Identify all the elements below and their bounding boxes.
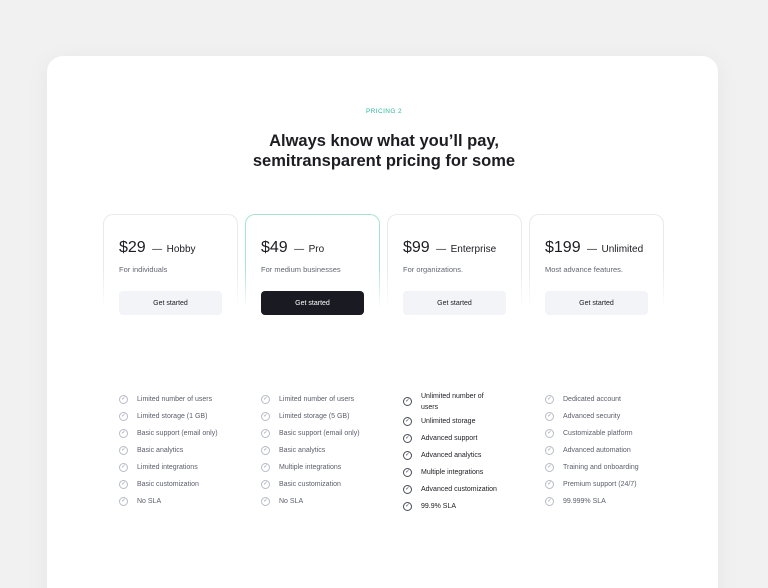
check-circle-icon: ✓ [545, 412, 554, 421]
feature-item: ✓ Advanced security [545, 408, 639, 425]
feature-item: ✓ 99.9% SLA [403, 498, 501, 515]
check-circle-icon: ✓ [261, 446, 270, 455]
plan-description: Most advance features. [545, 265, 623, 274]
check-circle-icon: ✓ [403, 451, 412, 460]
feature-item: ✓ Limited integrations [119, 459, 218, 476]
feature-item: ✓ Advanced customization [403, 481, 501, 498]
feature-item: ✓ Basic support (email only) [119, 425, 218, 442]
check-circle-icon: ✓ [261, 497, 270, 506]
check-circle-icon: ✓ [545, 429, 554, 438]
feature-list-enterprise: ✓ Unlimited number of users ✓ Unlimited st… [403, 390, 501, 515]
feature-item: ✓ Limited storage (1 GB) [119, 408, 218, 425]
feature-item: ✓ Limited number of users [119, 391, 218, 408]
feature-item: ✓ Unlimited number of users [403, 390, 501, 413]
plan-description: For individuals [119, 265, 168, 274]
feature-item: ✓ Multiple integrations [261, 459, 360, 476]
check-circle-icon: ✓ [119, 429, 128, 438]
check-circle-icon: ✓ [261, 395, 270, 404]
plan-price: $99 [403, 239, 430, 256]
section-eyebrow: PRICING 2 [365, 108, 403, 115]
plan-price-line: $49 — Pro [261, 239, 324, 257]
headline-line-2: semitransparent pricing for some [252, 152, 516, 170]
get-started-button-enterprise[interactable]: Get started [403, 291, 506, 315]
plan-card-enterprise: $99 — Enterprise For organizations. Get … [387, 214, 522, 315]
check-circle-icon: ✓ [261, 463, 270, 472]
check-circle-icon: ✓ [545, 497, 554, 506]
plan-price-line: $99 — Enterprise [403, 239, 496, 257]
section-headline: Always know what you’ll pay, semitranspa… [0, 131, 768, 171]
plan-price: $29 [119, 239, 146, 256]
plan-name: Pro [308, 244, 325, 255]
feature-item: ✓ Customizable platform [545, 425, 639, 442]
check-circle-icon: ✓ [119, 480, 128, 489]
check-circle-icon: ✓ [403, 468, 412, 477]
feature-item: ✓ 99.999% SLA [545, 493, 639, 510]
feature-item: ✓ Premium support (24/7) [545, 476, 639, 493]
plan-card-unlimited: $199 — Unlimited Most advance features. … [529, 214, 664, 315]
feature-list-hobby: ✓ Limited number of users ✓ Limited storag… [119, 391, 218, 510]
plan-description: For medium businesses [261, 265, 341, 274]
feature-item: ✓ Advanced automation [545, 442, 639, 459]
plan-price-line: $199 — Unlimited [545, 239, 643, 257]
check-circle-icon: ✓ [403, 485, 412, 494]
check-circle-icon: ✓ [545, 446, 554, 455]
price-separator: — [294, 244, 305, 255]
plan-card-pro: $49 — Pro For medium businesses Get star… [245, 214, 380, 315]
feature-item: ✓ Training and onboarding [545, 459, 639, 476]
get-started-button-hobby[interactable]: Get started [119, 291, 222, 315]
feature-item: ✓ Basic analytics [261, 442, 360, 459]
feature-item: ✓ No SLA [261, 493, 360, 510]
headline-line-1: Always know what you’ll pay, [269, 132, 499, 150]
price-separator: — [587, 244, 598, 255]
check-circle-icon: ✓ [261, 412, 270, 421]
feature-item: ✓ Basic customization [119, 476, 218, 493]
check-circle-icon: ✓ [403, 502, 412, 511]
feature-list-pro: ✓ Limited number of users ✓ Limited storag… [261, 391, 360, 510]
feature-item: ✓ Basic support (email only) [261, 425, 360, 442]
plan-name: Hobby [166, 244, 196, 255]
check-circle-icon: ✓ [545, 463, 554, 472]
plan-price-line: $29 — Hobby [119, 239, 196, 257]
feature-item: ✓ Unlimited storage [403, 413, 501, 430]
check-circle-icon: ✓ [545, 480, 554, 489]
check-circle-icon: ✓ [119, 463, 128, 472]
feature-item: ✓ Limited number of users [261, 391, 360, 408]
check-circle-icon: ✓ [119, 395, 128, 404]
price-separator: — [436, 244, 447, 255]
feature-item: ✓ Basic customization [261, 476, 360, 493]
check-circle-icon: ✓ [403, 417, 412, 426]
check-circle-icon: ✓ [119, 497, 128, 506]
check-circle-icon: ✓ [119, 446, 128, 455]
feature-item: ✓ Dedicated account [545, 391, 639, 408]
check-circle-icon: ✓ [545, 395, 554, 404]
feature-item: ✓ Advanced analytics [403, 447, 501, 464]
plan-price: $49 [261, 239, 288, 256]
check-circle-icon: ✓ [403, 397, 412, 406]
plan-name: Unlimited [601, 244, 644, 255]
feature-item: ✓ No SLA [119, 493, 218, 510]
get-started-button-unlimited[interactable]: Get started [545, 291, 648, 315]
price-separator: — [152, 244, 163, 255]
feature-list-unlimited: ✓ Dedicated account ✓ Advanced security ✓ C… [545, 391, 639, 510]
plan-description: For organizations. [403, 265, 464, 274]
plan-card-hobby: $29 — Hobby For individuals Get started [103, 214, 238, 315]
feature-item: ✓ Basic analytics [119, 442, 218, 459]
check-circle-icon: ✓ [119, 412, 128, 421]
plan-price: $199 [545, 239, 581, 256]
feature-item: ✓ Limited storage (5 GB) [261, 408, 360, 425]
check-circle-icon: ✓ [261, 480, 270, 489]
feature-item: ✓ Multiple integrations [403, 464, 501, 481]
check-circle-icon: ✓ [403, 434, 412, 443]
get-started-button-pro[interactable]: Get started [261, 291, 364, 315]
plan-name: Enterprise [450, 244, 497, 255]
feature-item: ✓ Advanced support [403, 430, 501, 447]
check-circle-icon: ✓ [261, 429, 270, 438]
